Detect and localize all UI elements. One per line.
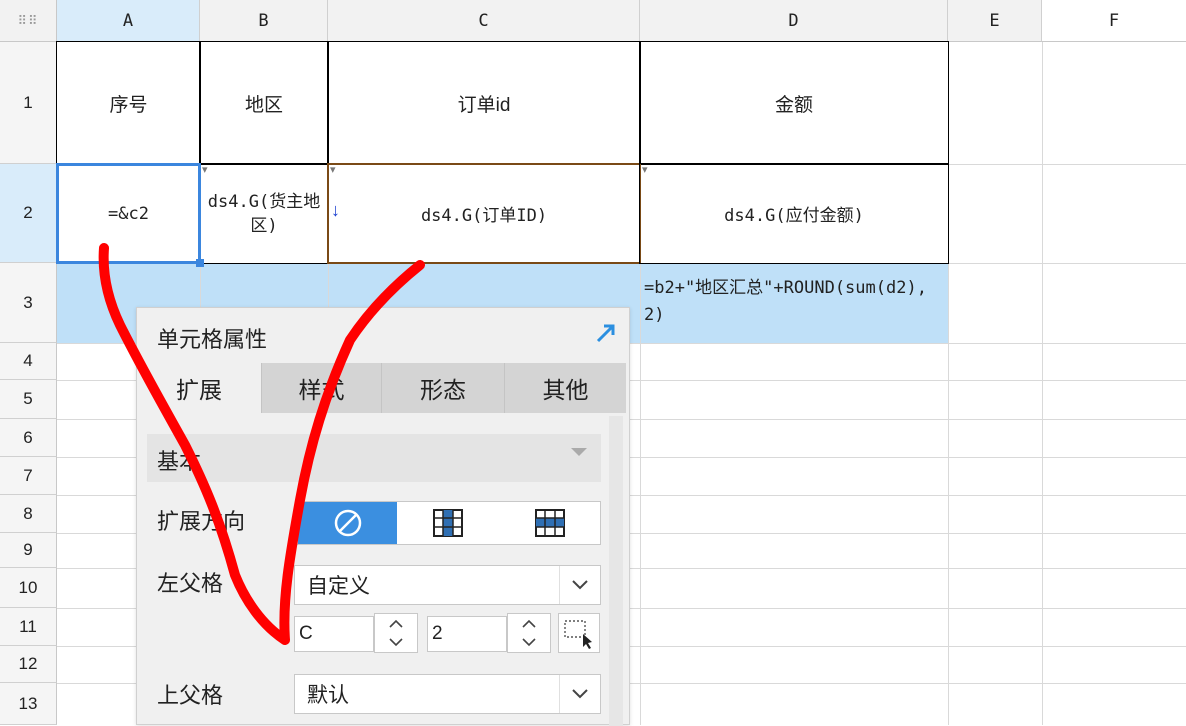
red-annotation-stroke (98, 243, 425, 645)
spreadsheet[interactable]: ⠿⠿ A B C D E F 1 2 3 4 5 6 7 8 9 10 11 1… (0, 0, 1186, 726)
